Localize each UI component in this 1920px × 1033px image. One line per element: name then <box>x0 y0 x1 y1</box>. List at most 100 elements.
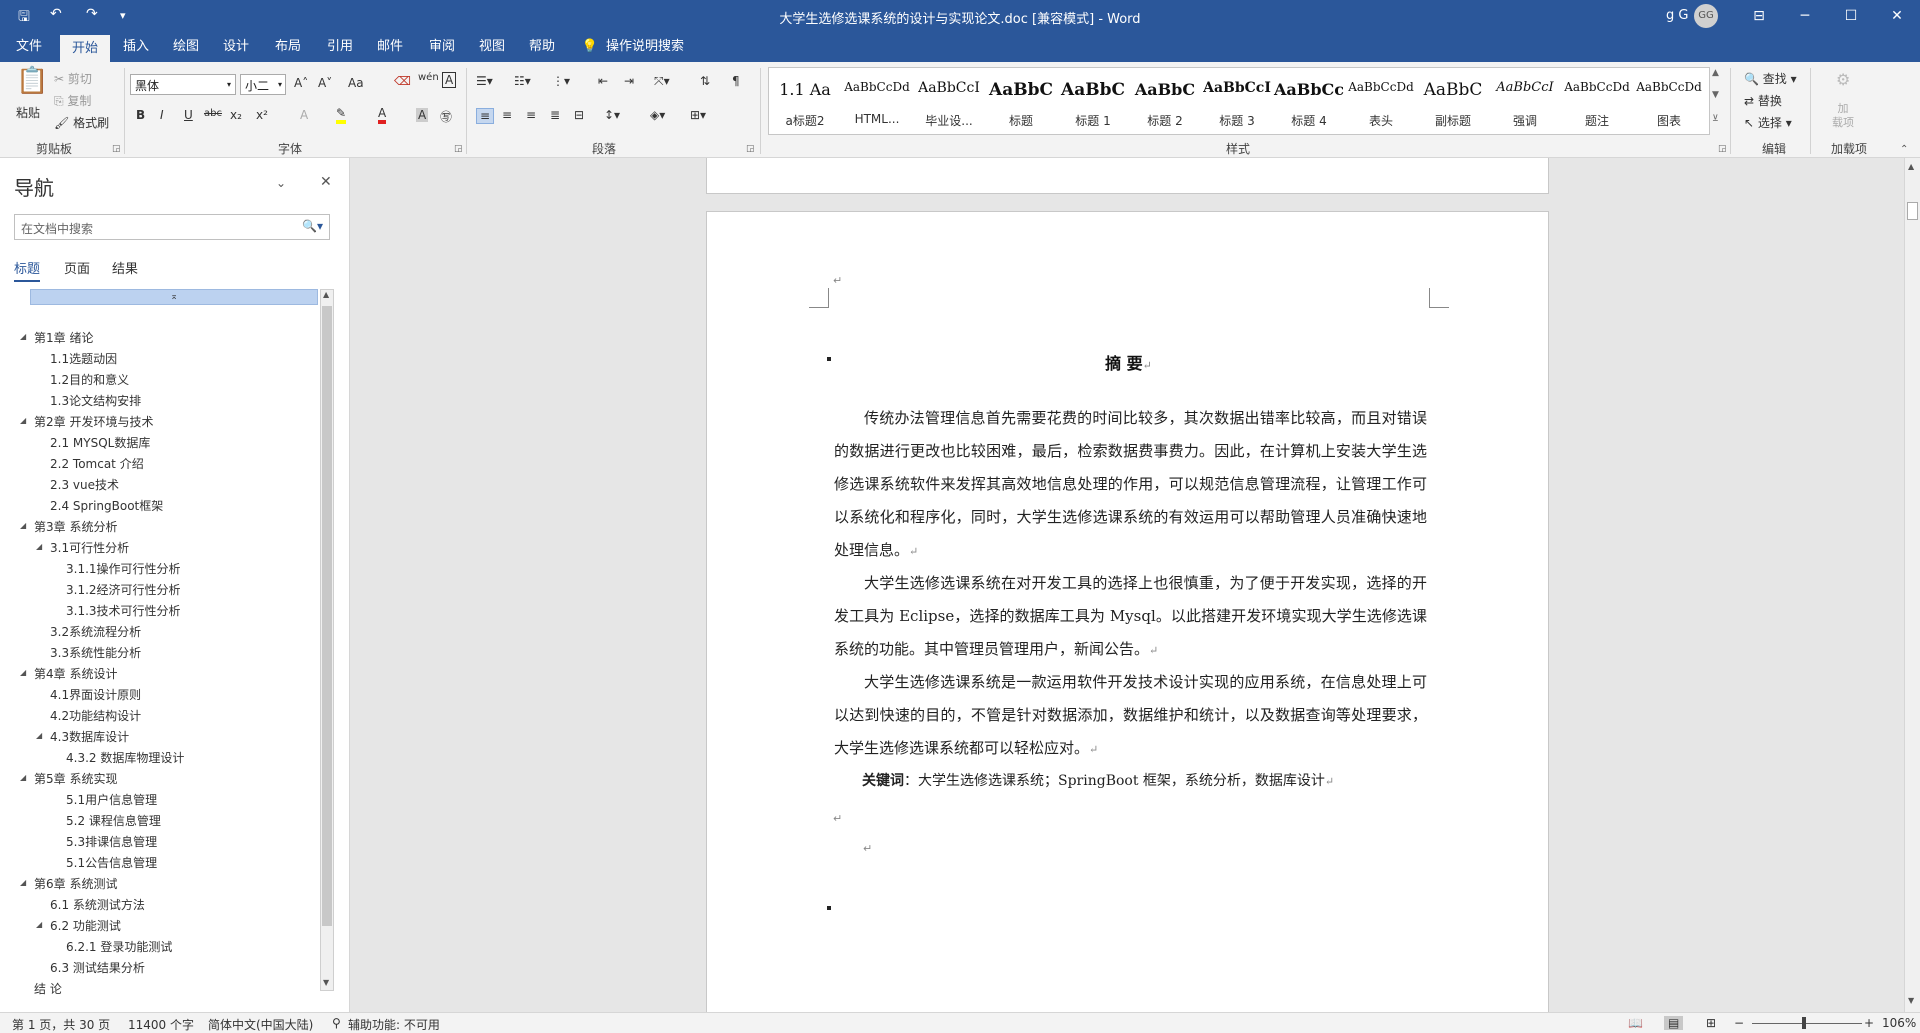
nav-heading-item[interactable]: 4.3数据库设计 <box>50 728 129 745</box>
expand-collapse-icon[interactable]: ◢ <box>36 920 42 929</box>
copy-button[interactable]: 复制 <box>67 94 91 108</box>
nav-heading-item[interactable]: 3.1可行性分析 <box>50 539 129 556</box>
cut-button[interactable]: 剪切 <box>68 72 92 86</box>
close-button[interactable]: ✕ <box>1874 0 1920 32</box>
zoom-out-icon[interactable]: − <box>1734 1016 1744 1030</box>
nav-scroll-thumb[interactable] <box>322 306 332 926</box>
page-count[interactable]: 第 1 页，共 30 页 <box>12 1016 110 1033</box>
language-status[interactable]: 简体中文(中国大陆) <box>208 1016 313 1033</box>
scroll-down-icon[interactable]: ▼ <box>323 978 329 987</box>
style-item[interactable]: AaBbCc 标题 4 <box>1273 68 1345 134</box>
scroll-down-icon[interactable]: ▼ <box>1908 996 1914 1005</box>
shading-icon[interactable]: ◈▾ <box>650 108 665 122</box>
nav-heading-item[interactable]: 1.3论文结构安排 <box>50 392 141 409</box>
nav-heading-item[interactable]: 第5章 系统实现 <box>34 770 117 787</box>
nav-heading-item[interactable]: 2.3 vue技术 <box>50 476 119 493</box>
nav-options-icon[interactable]: ⌄ <box>276 176 286 190</box>
styles-more-icon[interactable]: ⊻ <box>1712 114 1719 124</box>
expand-collapse-icon[interactable]: ◢ <box>20 773 26 782</box>
expand-collapse-icon[interactable]: ◢ <box>20 521 26 530</box>
tab-home[interactable]: 开始 <box>60 35 110 62</box>
replace-button[interactable]: 替换 <box>1758 94 1782 108</box>
ribbon-display-options-icon[interactable]: ⊟ <box>1736 0 1782 32</box>
document-scroll-thumb[interactable] <box>1907 202 1918 220</box>
tab-help[interactable]: 帮助 <box>520 32 564 62</box>
distributed-icon[interactable]: ⊟ <box>574 108 584 122</box>
addins-icon[interactable]: ⚙ <box>1836 70 1850 89</box>
nav-heading-item[interactable]: 3.1.1操作可行性分析 <box>66 560 181 577</box>
search-icon[interactable]: 🔍▾ <box>302 219 323 233</box>
font-size-dropdown[interactable]: 小二 ▾ <box>240 74 286 95</box>
nav-heading-item[interactable]: 4.1界面设计原则 <box>50 686 141 703</box>
styles-launcher-icon[interactable]: ◲ <box>1718 144 1727 154</box>
line-spacing-icon[interactable]: ↕▾ <box>604 108 620 122</box>
bold-button[interactable]: B <box>136 108 145 122</box>
shrink-font-button[interactable]: A˅ <box>318 76 332 90</box>
document-scrollbar[interactable]: ▲ ▼ <box>1904 158 1920 1012</box>
scroll-up-icon[interactable]: ▲ <box>1908 162 1914 171</box>
nav-collapse-all-bar[interactable]: ⌅ <box>30 289 318 305</box>
nav-heading-item[interactable]: 第2章 开发环境与技术 <box>34 413 153 430</box>
nav-heading-item[interactable]: 第6章 系统测试 <box>34 875 117 892</box>
nav-heading-item[interactable]: 3.1.3技术可行性分析 <box>66 602 181 619</box>
accessibility-status[interactable]: 辅助功能: 不可用 <box>348 1016 440 1033</box>
tab-draw[interactable]: 绘图 <box>164 32 208 62</box>
bullets-icon[interactable]: ☰▾ <box>476 74 493 88</box>
nav-heading-item[interactable]: 5.1公告信息管理 <box>66 854 157 871</box>
borders-icon[interactable]: ⊞▾ <box>690 108 706 122</box>
style-item[interactable]: AaBbC 标题 <box>985 68 1057 134</box>
change-case-button[interactable]: Aa <box>348 76 364 90</box>
tab-layout[interactable]: 布局 <box>266 32 310 62</box>
increase-indent-icon[interactable]: ⇥ <box>624 74 634 88</box>
zoom-in-icon[interactable]: + <box>1864 1016 1874 1030</box>
nav-heading-item[interactable]: 3.3系统性能分析 <box>50 644 141 661</box>
user-name[interactable]: g G <box>1666 8 1688 23</box>
asian-layout-icon[interactable]: ⤧▾ <box>654 74 670 89</box>
expand-collapse-icon[interactable]: ◢ <box>20 878 26 887</box>
styles-gallery[interactable]: 1.1 Aa a标题2 AaBbCcDd HTML... AaBbCcI 毕业设...… <box>768 67 1710 135</box>
zoom-slider[interactable] <box>1752 1023 1862 1024</box>
text-effects-icon[interactable]: A <box>300 108 308 122</box>
nav-search-input[interactable]: 在文档中搜索 🔍▾ <box>14 214 330 240</box>
font-color-icon[interactable]: A <box>378 106 387 124</box>
word-count[interactable]: 11400 个字 <box>128 1016 194 1033</box>
expand-collapse-icon[interactable]: ◢ <box>36 542 42 551</box>
style-item[interactable]: AaBbC 标题 1 <box>1057 68 1129 134</box>
highlight-icon[interactable]: ✎ <box>336 106 347 124</box>
document-area[interactable]: ↵ 摘 要↵ 传统办法管理信息首先需要花费的时间比较多，其次数据出错率比较高，而… <box>351 158 1904 1012</box>
sort-icon[interactable]: ⇅ <box>700 74 710 88</box>
maximize-button[interactable]: ☐ <box>1828 0 1874 32</box>
character-border-icon[interactable]: A <box>442 72 457 88</box>
nav-heading-item[interactable]: 3.2系统流程分析 <box>50 623 141 640</box>
character-shading-icon[interactable]: A <box>416 108 429 122</box>
styles-scroll-down-icon[interactable]: ▼ <box>1712 90 1719 100</box>
align-right-icon[interactable]: ≡ <box>526 108 536 122</box>
minimize-button[interactable]: ─ <box>1782 0 1828 32</box>
style-item[interactable]: AaBbC 标题 2 <box>1129 68 1201 134</box>
nav-heading-item[interactable]: 6.1 系统测试方法 <box>50 896 145 913</box>
nav-tab-pages[interactable]: 页面 <box>64 258 90 277</box>
numbering-icon[interactable]: ☷▾ <box>514 74 531 88</box>
style-item[interactable]: AaBbCcDd HTML... <box>841 68 913 134</box>
find-button[interactable]: 查找 <box>1763 72 1787 86</box>
document-page[interactable]: ↵ 摘 要↵ 传统办法管理信息首先需要花费的时间比较多，其次数据出错率比较高，而… <box>706 211 1549 1012</box>
tell-me-search[interactable]: 操作说明搜索 <box>606 32 696 62</box>
strikethrough-button[interactable]: abc <box>204 108 222 119</box>
previous-page[interactable] <box>706 158 1549 194</box>
tab-design[interactable]: 设计 <box>214 32 258 62</box>
read-mode-icon[interactable]: 📖 <box>1628 1016 1643 1030</box>
superscript-button[interactable]: x² <box>256 108 268 122</box>
enclose-characters-icon[interactable]: ㊢ <box>440 108 452 125</box>
style-item[interactable]: AaBbCcI 毕业设... <box>913 68 985 134</box>
tab-view[interactable]: 视图 <box>470 32 514 62</box>
nav-heading-item[interactable]: 3.1.2经济可行性分析 <box>66 581 181 598</box>
nav-scrollbar[interactable]: ▲ ▼ <box>320 289 334 991</box>
nav-heading-item[interactable]: 6.2 功能测试 <box>50 917 121 934</box>
tab-mailings[interactable]: 邮件 <box>368 32 412 62</box>
align-left-icon[interactable]: ≡ <box>476 108 495 124</box>
avatar[interactable]: GG <box>1694 4 1718 28</box>
nav-tab-headings[interactable]: 标题 <box>14 258 41 282</box>
clear-formatting-icon[interactable]: ⌫ <box>394 74 411 88</box>
close-icon[interactable]: ✕ <box>320 174 332 190</box>
nav-heading-item[interactable]: 2.2 Tomcat 介绍 <box>50 455 144 472</box>
